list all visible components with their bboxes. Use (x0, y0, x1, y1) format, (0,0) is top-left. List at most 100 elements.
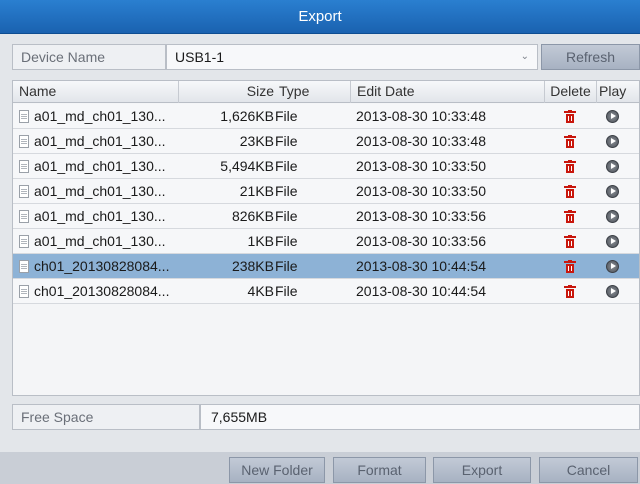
header-play: Play (596, 81, 640, 103)
header-size[interactable]: Size (178, 81, 274, 103)
device-name-label: Device Name (12, 44, 166, 70)
file-name-cell: a01_md_ch01_130... (19, 104, 179, 128)
play-cell (596, 229, 640, 253)
table-row[interactable]: ch01_20130828084... 4KB File 2013-08-30 10:… (13, 279, 639, 304)
trash-icon[interactable] (564, 235, 576, 248)
file-icon (19, 235, 29, 248)
file-icon (19, 160, 29, 173)
file-edit-date: 2013-08-30 10:33:56 (356, 208, 486, 224)
header-edit-date[interactable]: Edit Date (350, 81, 540, 103)
file-type: File (275, 208, 298, 224)
table-row[interactable]: a01_md_ch01_130... 5,494KB File 2013-08-30 … (13, 154, 639, 179)
trash-icon[interactable] (564, 135, 576, 148)
header-type[interactable]: Type (275, 81, 355, 103)
delete-cell (544, 179, 596, 203)
trash-icon[interactable] (564, 110, 576, 123)
trash-icon[interactable] (564, 210, 576, 223)
table-rows: a01_md_ch01_130... 1,626KB File 2013-08-30 … (13, 104, 639, 304)
table-row[interactable]: a01_md_ch01_130... 1KB File 2013-08-30 10:3… (13, 229, 639, 254)
play-icon[interactable] (606, 210, 619, 223)
export-dialog: Device Name USB1-1 ⌄ Refresh Name Size T… (0, 34, 640, 484)
format-button[interactable]: Format (333, 457, 426, 483)
file-name-cell: a01_md_ch01_130... (19, 154, 179, 178)
file-icon (19, 185, 29, 198)
file-size: 23KB (239, 133, 274, 149)
file-name: ch01_20130828084... (34, 283, 170, 299)
header-delete: Delete (544, 81, 596, 103)
file-edit-date: 2013-08-30 10:33:50 (356, 183, 486, 199)
file-name: ch01_20130828084... (34, 258, 170, 274)
file-name-cell: ch01_20130828084... (19, 254, 179, 278)
file-size: 1,626KB (220, 108, 274, 124)
delete-cell (544, 154, 596, 178)
file-size: 5,494KB (220, 158, 274, 174)
free-space-row: Free Space 7,655MB (12, 404, 640, 430)
file-icon (19, 110, 29, 123)
delete-cell (544, 279, 596, 303)
file-name: a01_md_ch01_130... (34, 183, 166, 199)
table-row[interactable]: a01_md_ch01_130... 21KB File 2013-08-30 10:… (13, 179, 639, 204)
play-cell (596, 179, 640, 203)
file-name-cell: a01_md_ch01_130... (19, 229, 179, 253)
footer-bar: New Folder Format Export Cancel (0, 452, 640, 484)
file-name-cell: a01_md_ch01_130... (19, 204, 179, 228)
file-type: File (275, 283, 298, 299)
new-folder-button[interactable]: New Folder (229, 457, 325, 483)
play-icon[interactable] (606, 185, 619, 198)
play-cell (596, 279, 640, 303)
file-edit-date: 2013-08-30 10:44:54 (356, 283, 486, 299)
file-name-cell: a01_md_ch01_130... (19, 179, 179, 203)
file-size: 1KB (247, 233, 274, 249)
delete-cell (544, 229, 596, 253)
trash-icon[interactable] (564, 260, 576, 273)
file-name-cell: a01_md_ch01_130... (19, 129, 179, 153)
table-header: Name Size Type Edit Date Delete Play (13, 81, 639, 103)
table-row[interactable]: a01_md_ch01_130... 23KB File 2013-08-30 10:… (13, 129, 639, 154)
file-icon (19, 285, 29, 298)
play-icon[interactable] (606, 285, 619, 298)
file-icon (19, 260, 29, 273)
trash-icon[interactable] (564, 160, 576, 173)
file-edit-date: 2013-08-30 10:33:56 (356, 233, 486, 249)
play-icon[interactable] (606, 160, 619, 173)
cancel-button[interactable]: Cancel (539, 457, 638, 483)
file-type: File (275, 183, 298, 199)
file-table: Name Size Type Edit Date Delete Play a01… (12, 80, 640, 396)
table-row[interactable]: ch01_20130828084... 238KB File 2013-08-30 1… (13, 254, 639, 279)
file-name: a01_md_ch01_130... (34, 233, 166, 249)
trash-icon[interactable] (564, 285, 576, 298)
delete-cell (544, 104, 596, 128)
file-type: File (275, 108, 298, 124)
file-type: File (275, 258, 298, 274)
file-name: a01_md_ch01_130... (34, 158, 166, 174)
table-row[interactable]: a01_md_ch01_130... 826KB File 2013-08-30 10… (13, 204, 639, 229)
file-icon (19, 135, 29, 148)
table-row[interactable]: a01_md_ch01_130... 1,626KB File 2013-08-30 … (13, 104, 639, 129)
file-edit-date: 2013-08-30 10:33:48 (356, 108, 486, 124)
delete-cell (544, 254, 596, 278)
delete-cell (544, 129, 596, 153)
play-icon[interactable] (606, 135, 619, 148)
device-select-value: USB1-1 (175, 49, 225, 65)
file-size: 21KB (239, 183, 274, 199)
file-edit-date: 2013-08-30 10:33:48 (356, 133, 486, 149)
refresh-button[interactable]: Refresh (541, 44, 640, 70)
file-size: 826KB (231, 208, 274, 224)
file-type: File (275, 133, 298, 149)
device-row: Device Name USB1-1 ⌄ Refresh (12, 44, 640, 72)
play-cell (596, 254, 640, 278)
export-button[interactable]: Export (433, 457, 531, 483)
delete-cell (544, 204, 596, 228)
play-icon[interactable] (606, 235, 619, 248)
play-icon[interactable] (606, 110, 619, 123)
file-size: 238KB (231, 258, 274, 274)
header-name[interactable]: Name (19, 81, 179, 103)
play-icon[interactable] (606, 260, 619, 273)
play-cell (596, 204, 640, 228)
file-icon (19, 210, 29, 223)
free-space-label: Free Space (12, 404, 200, 430)
file-type: File (275, 158, 298, 174)
device-select[interactable]: USB1-1 ⌄ (166, 44, 538, 70)
trash-icon[interactable] (564, 185, 576, 198)
file-name-cell: ch01_20130828084... (19, 279, 179, 303)
